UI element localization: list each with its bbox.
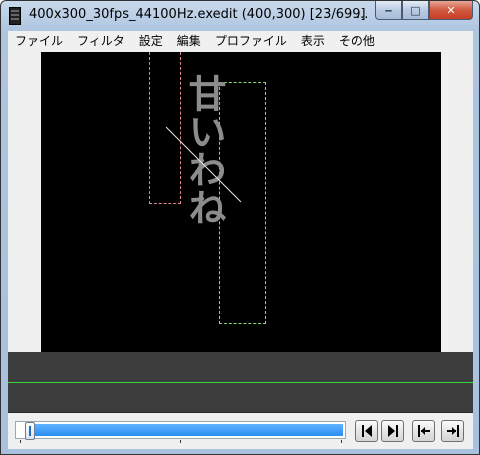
close-button[interactable]: ✕ (429, 1, 473, 20)
menu-filter[interactable]: フィルタ (70, 31, 132, 51)
minimize-icon: ‒ (384, 3, 393, 17)
rotation-guide-line (165, 126, 242, 203)
menu-settings[interactable]: 設定 (132, 31, 170, 51)
seek-bar[interactable] (15, 421, 346, 440)
minimize-button[interactable]: ‒ (375, 1, 402, 20)
menu-edit[interactable]: 編集 (170, 31, 208, 51)
menu-other[interactable]: その他 (332, 31, 382, 51)
last-frame-button[interactable] (441, 420, 464, 442)
maximize-icon: □ (410, 3, 421, 17)
skip-to-end-icon (446, 425, 459, 437)
menu-view[interactable]: 表示 (294, 31, 332, 51)
caption-buttons: ‒ □ ✕ (375, 1, 473, 21)
first-frame-button[interactable] (412, 420, 435, 442)
timeline-cursor-line (8, 382, 473, 383)
next-frame-button[interactable] (381, 420, 404, 442)
client-area: 甘いわね (8, 51, 473, 352)
menu-file[interactable]: ファイル (8, 31, 70, 51)
menu-profile[interactable]: プロファイル (208, 31, 294, 51)
app-window: 400x300_30fps_44100Hz.exedit (400,300) [… (0, 0, 480, 455)
maximize-button[interactable]: □ (402, 1, 429, 20)
skip-to-start-icon (417, 425, 430, 437)
seek-bar-track (30, 424, 343, 436)
step-forward-icon (387, 425, 398, 437)
step-back-icon (361, 425, 372, 437)
close-icon: ✕ (446, 3, 456, 17)
timeline-panel[interactable] (8, 352, 473, 413)
seek-ticks (20, 440, 350, 444)
film-icon[interactable] (9, 7, 21, 25)
prev-frame-button[interactable] (355, 420, 378, 442)
video-preview[interactable]: 甘いわね (41, 52, 441, 352)
playback-controls (8, 413, 473, 449)
title-ellipsis: ... (356, 7, 369, 22)
seek-thumb[interactable] (25, 422, 35, 440)
title-bar[interactable]: 400x300_30fps_44100Hz.exedit (400,300) [… (1, 1, 479, 31)
window-title: 400x300_30fps_44100Hz.exedit (400,300) [… (29, 7, 366, 22)
menu-bar: ファイル フィルタ 設定 編集 プロファイル 表示 その他 (8, 31, 473, 51)
